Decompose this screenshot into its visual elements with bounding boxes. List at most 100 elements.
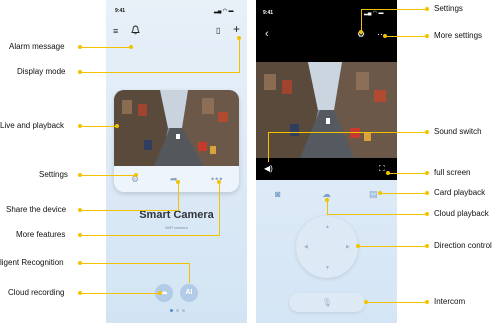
microphone-icon: 🎙 (321, 298, 333, 307)
leader-dot (158, 291, 162, 295)
leader-line (268, 132, 427, 133)
leader-line (219, 182, 220, 236)
leader-line (268, 132, 269, 162)
page-dot (176, 309, 179, 312)
leader-dot (78, 173, 82, 177)
leader-line (380, 193, 427, 194)
leader-dot (129, 45, 133, 49)
leader-dot (425, 244, 429, 248)
status-bar-time: 9:41 (115, 8, 126, 14)
leader-line (361, 9, 362, 32)
callout-more-settings: More settings (434, 31, 483, 40)
leader-dot (425, 191, 429, 195)
callout-cloud-playback: Cloud playback (434, 209, 489, 218)
leader-line (80, 126, 117, 127)
phone-camera-screen: 9:41 ▂▄ ◠ ▬ ‹ ⚙ ⋯ ◀) ⛶ ◙ ☁ ▤ ▲ ▼ ◀ ▶ 🎙 (256, 0, 397, 323)
leader-dot (78, 208, 82, 212)
callout-sound-switch: Sound switch (434, 127, 482, 136)
leader-dot (325, 198, 329, 202)
callout-display-mode: Display mode (17, 67, 66, 76)
leader-line (80, 263, 189, 264)
callout-settings: Settings (39, 170, 68, 179)
leader-line (327, 214, 427, 215)
leader-dot (425, 212, 429, 216)
arrow-down-icon[interactable]: ▼ (325, 265, 330, 271)
card-toolbar: ⚙ ➦ ••• (114, 166, 239, 192)
camera-card[interactable]: ⚙ ➦ ••• (114, 90, 239, 192)
leader-dot (115, 124, 119, 128)
leader-dot (383, 34, 387, 38)
callout-live-playback: Live and playback (0, 121, 65, 130)
callout-direction-control: Direction control (434, 241, 492, 250)
back-icon[interactable]: ‹ (265, 29, 269, 40)
callout-cloud-recording: Cloud recording (8, 288, 65, 297)
leader-line (361, 9, 427, 10)
live-video-view[interactable] (256, 62, 397, 158)
leader-dot (359, 30, 363, 34)
callout-alarm-message: Alarm message (9, 42, 65, 51)
bell-icon[interactable] (131, 25, 140, 37)
page-dot-active (170, 309, 173, 312)
leader-line (327, 200, 328, 214)
leader-line (80, 293, 160, 294)
arrow-left-icon[interactable]: ◀ (304, 244, 308, 250)
leader-line (178, 182, 179, 211)
leader-line (388, 173, 427, 174)
leader-line (189, 263, 190, 283)
leader-line (80, 72, 239, 73)
display-mode-icon[interactable]: ▯ (216, 26, 220, 36)
status-bar-time: 9:41 (263, 10, 274, 16)
status-bar-icons: ▂▄ ◠ ▬ (214, 8, 234, 14)
page-dot (182, 309, 185, 312)
leader-dot (425, 34, 429, 38)
leader-dot (78, 291, 82, 295)
leader-dot (78, 70, 82, 74)
callout-share-device: Share the device (6, 205, 67, 214)
leader-dot (378, 191, 382, 195)
leader-dot (364, 300, 368, 304)
leader-line (239, 38, 240, 73)
card-playback-icon[interactable]: ▤ (369, 189, 378, 199)
leader-line (385, 36, 427, 37)
leader-dot (78, 45, 82, 49)
callout-settings-right: Settings (434, 4, 463, 13)
leader-line (366, 302, 427, 303)
menu-icon[interactable]: ≡ (113, 26, 118, 36)
camera-subtitle: WiFi camera (165, 225, 188, 230)
add-icon[interactable]: + (233, 23, 240, 35)
video-bottom-bar: ◀) ⛶ (256, 158, 397, 180)
arrow-right-icon[interactable]: ▶ (346, 244, 350, 250)
callout-full-screen: full screen (434, 168, 471, 177)
sound-icon[interactable]: ◀) (264, 164, 273, 174)
leader-dot (425, 7, 429, 11)
live-video-thumbnail[interactable] (114, 90, 239, 166)
leader-dot (176, 180, 180, 184)
callout-more-features: More features (16, 230, 66, 239)
callout-intelligent-recognition: ligent Recognition (0, 258, 64, 267)
full-screen-icon[interactable]: ⛶ (379, 164, 385, 174)
arrow-up-icon[interactable]: ▲ (325, 224, 330, 230)
callout-card-playback: Card playback (434, 188, 486, 197)
intercom-button[interactable]: 🎙 (289, 293, 365, 312)
phone-home-screen: 9:41 ▂▄ ◠ ▬ ≡ ▯ + ⚙ ➦ ••• Smart Camera W… (106, 0, 247, 323)
leader-dot (78, 124, 82, 128)
leader-line (80, 210, 178, 211)
leader-dot (425, 171, 429, 175)
ai-recognition-button[interactable]: AI (180, 284, 198, 302)
leader-dot (78, 233, 82, 237)
leader-dot (356, 244, 360, 248)
leader-line (358, 246, 427, 247)
leader-dot (217, 180, 221, 184)
direction-control-pad[interactable]: ▲ ▼ ◀ ▶ (296, 216, 358, 278)
leader-line (80, 235, 219, 236)
leader-line (80, 47, 131, 48)
callout-intercom: Intercom (434, 297, 466, 306)
leader-dot (386, 171, 390, 175)
leader-line (80, 175, 136, 176)
leader-dot (237, 36, 241, 40)
leader-dot (425, 300, 429, 304)
leader-dot (134, 173, 138, 177)
leader-dot (78, 261, 82, 265)
camera-snapshot-icon[interactable]: ◙ (275, 189, 280, 199)
leader-dot (425, 130, 429, 134)
